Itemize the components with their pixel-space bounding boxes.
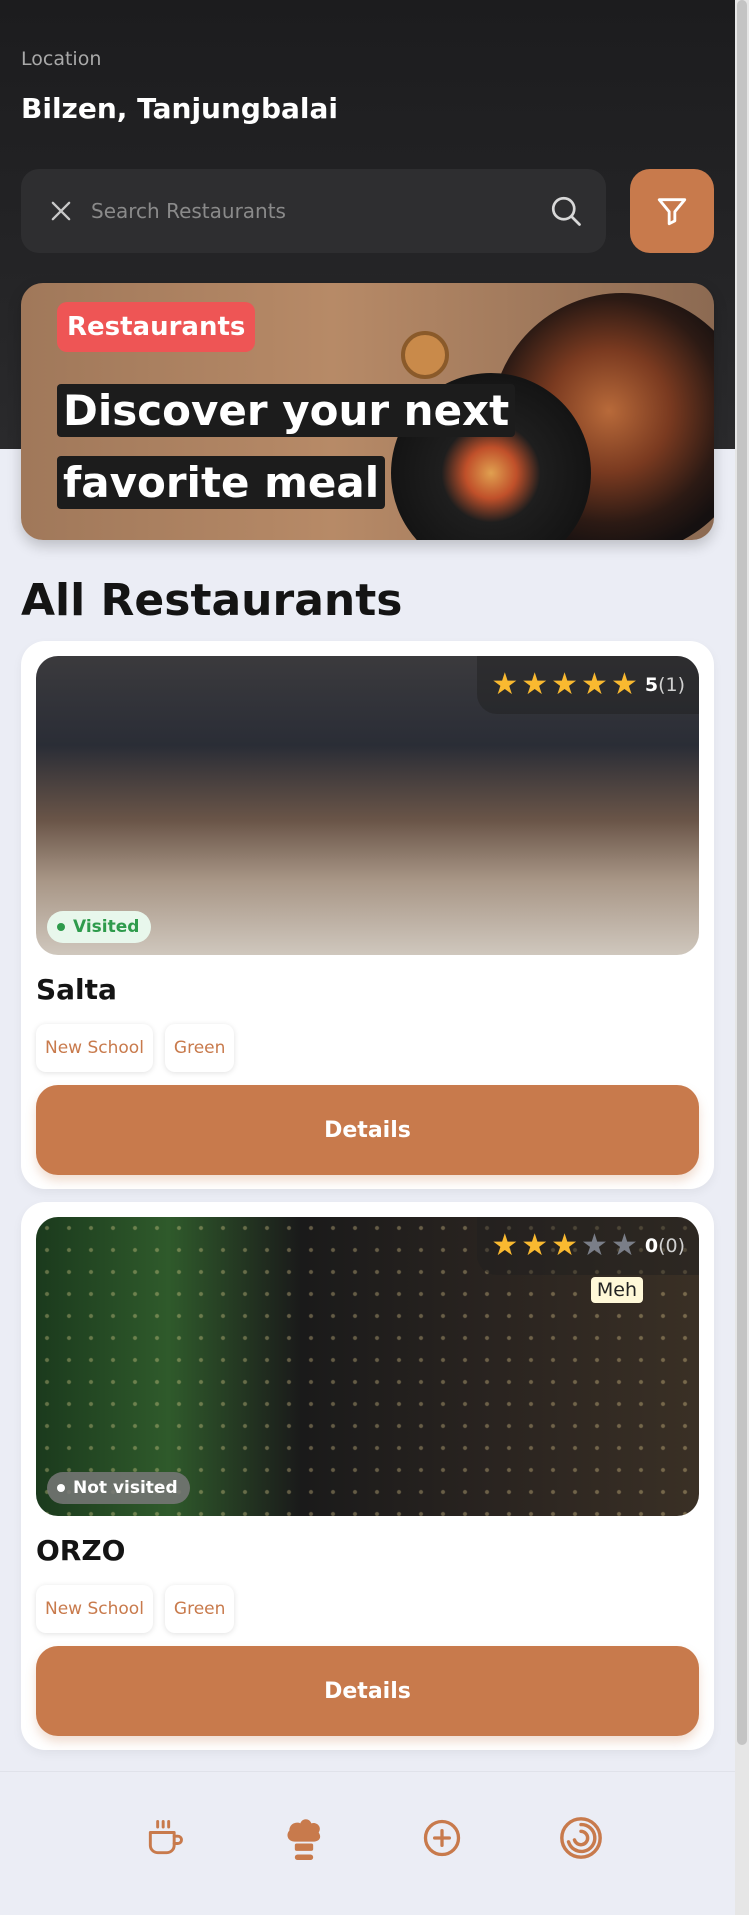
search-input[interactable] <box>91 191 531 231</box>
add-circle-icon <box>423 1819 461 1857</box>
scrollbar-thumb[interactable] <box>737 0 747 1745</box>
details-button[interactable]: Details <box>36 1085 699 1175</box>
details-button[interactable]: Details <box>36 1646 699 1736</box>
tag-chip[interactable]: Green <box>164 1585 235 1633</box>
rating-count: (0) <box>658 1235 685 1257</box>
status-dot <box>57 1484 65 1492</box>
banner-headline-line1: Discover your next <box>57 384 516 437</box>
rating-badge: ★ ★ ★ ★ ★ 0 (0) <box>477 1217 699 1275</box>
star-icon[interactable]: ★ <box>551 1231 578 1261</box>
visit-status-label: Not visited <box>73 1478 178 1498</box>
restaurant-name: ORZO <box>36 1534 126 1567</box>
nav-add[interactable] <box>418 1814 466 1862</box>
spiral-icon <box>560 1817 602 1859</box>
restaurant-card[interactable]: ★ ★ ★ ★ ★ 0 (0) Meh Not visited ORZO New… <box>21 1202 714 1750</box>
coffee-cup-icon <box>148 1820 183 1855</box>
tag-list: New School Green <box>36 1585 246 1633</box>
nav-cafes[interactable] <box>141 1814 189 1862</box>
search-bar <box>21 169 606 253</box>
banner-tag: Restaurants <box>57 302 256 352</box>
rating-value: 5 <box>644 674 659 696</box>
star-icon[interactable]: ★ <box>611 1231 638 1261</box>
rating-count: (1) <box>658 674 685 696</box>
visit-status-badge: Visited <box>47 911 152 943</box>
tag-chip[interactable]: Green <box>164 1024 235 1072</box>
location-value[interactable]: Bilzen, Tanjungbalai <box>21 92 338 125</box>
scrollbar[interactable] <box>735 0 749 1915</box>
search-icon[interactable] <box>548 193 584 229</box>
rating-badge: ★ ★ ★ ★ ★ 5 (1) <box>477 656 699 714</box>
tag-list: New School Green <box>36 1024 246 1072</box>
status-dot <box>57 923 65 931</box>
restaurant-card[interactable]: ★ ★ ★ ★ ★ 5 (1) Visited Salta New School… <box>21 641 714 1189</box>
star-icon[interactable]: ★ <box>491 1231 518 1261</box>
restaurant-photo[interactable]: ★ ★ ★ ★ ★ 5 (1) Visited <box>36 656 699 955</box>
visit-status-badge: Not visited <box>47 1472 190 1504</box>
star-icon[interactable]: ★ <box>521 1231 548 1261</box>
star-icon[interactable]: ★ <box>611 670 638 700</box>
restaurant-name: Salta <box>36 973 117 1006</box>
cookie-decoration <box>401 331 449 379</box>
bottom-nav <box>0 1771 735 1915</box>
banner-headline-line2: favorite meal <box>57 456 386 509</box>
nav-restaurants[interactable] <box>280 1814 328 1862</box>
rating-value: 0 <box>644 1235 659 1257</box>
star-icon[interactable]: ★ <box>491 670 518 700</box>
section-title: All Restaurants <box>21 575 403 626</box>
tag-chip[interactable]: New School <box>36 1024 153 1072</box>
tag-chip[interactable]: New School <box>36 1585 153 1633</box>
rating-tooltip: Meh <box>590 1277 643 1303</box>
filter-icon <box>657 198 687 226</box>
star-icon[interactable]: ★ <box>551 670 578 700</box>
filter-button[interactable] <box>630 169 714 253</box>
promo-banner[interactable]: Restaurants Discover your next favorite … <box>21 283 714 540</box>
chef-hat-icon <box>287 1819 321 1860</box>
star-icon[interactable]: ★ <box>521 670 548 700</box>
clear-icon[interactable] <box>47 197 75 225</box>
visit-status-label: Visited <box>73 917 140 937</box>
star-icon[interactable]: ★ <box>581 1231 608 1261</box>
star-icon[interactable]: ★ <box>581 670 608 700</box>
restaurant-photo[interactable]: ★ ★ ★ ★ ★ 0 (0) Meh Not visited <box>36 1217 699 1516</box>
nav-profile[interactable] <box>557 1814 605 1862</box>
location-label: Location <box>21 48 102 70</box>
